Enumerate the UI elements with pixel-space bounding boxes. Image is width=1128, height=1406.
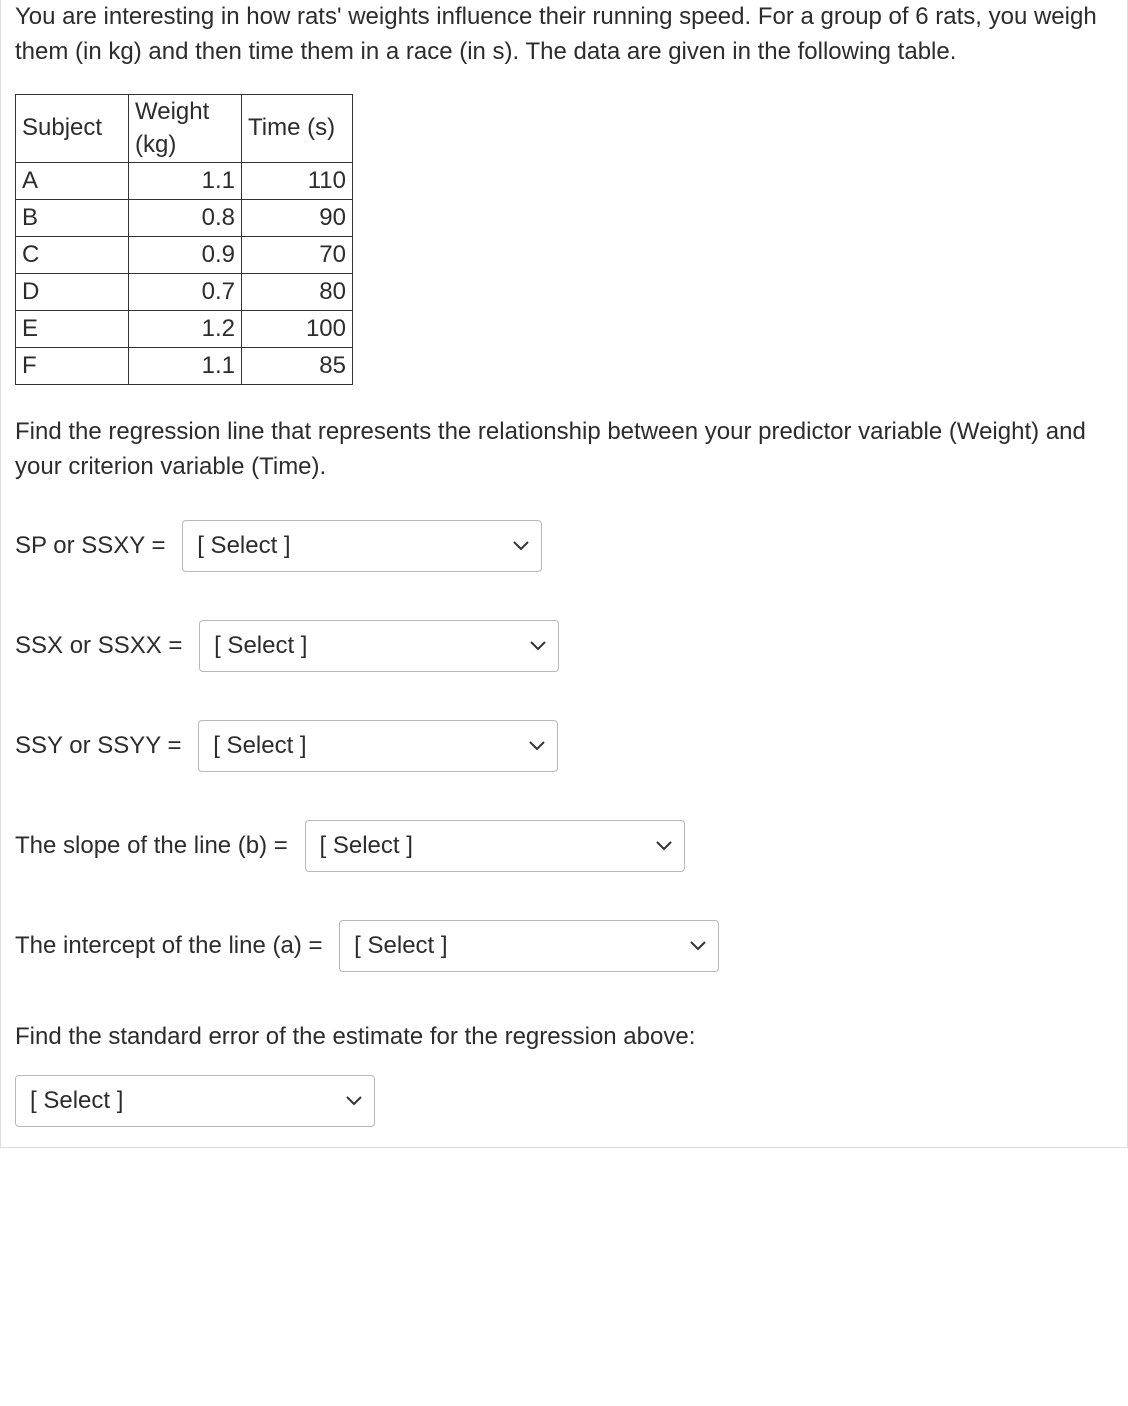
select-ssx[interactable]: [ Select ] [199, 620, 559, 672]
data-table: Subject Weight (kg) Time (s) A 1.1 110 B… [15, 94, 353, 385]
select-intercept-placeholder: [ Select ] [354, 929, 447, 964]
cell-time: 110 [242, 162, 353, 199]
table-row: E 1.2 100 [16, 310, 353, 347]
col-header-time: Time (s) [242, 94, 353, 162]
table-row: B 0.8 90 [16, 199, 353, 236]
intro-text: You are interesting in how rats' weights… [15, 0, 1113, 70]
chevron-down-icon [656, 841, 672, 851]
chevron-down-icon [530, 641, 546, 651]
cell-time: 80 [242, 273, 353, 310]
cell-weight: 0.8 [129, 199, 242, 236]
cell-subject: E [16, 310, 129, 347]
find-regression-text: Find the regression line that represents… [15, 415, 1113, 485]
cell-time: 100 [242, 310, 353, 347]
label-ssy: SSY or SSYY = [15, 729, 188, 764]
cell-weight: 0.7 [129, 273, 242, 310]
cell-time: 85 [242, 347, 353, 384]
col-header-subject: Subject [16, 94, 129, 162]
cell-time: 70 [242, 236, 353, 273]
select-sp[interactable]: [ Select ] [182, 520, 542, 572]
select-ssx-placeholder: [ Select ] [214, 629, 307, 664]
label-intercept: The intercept of the line (a) = [15, 929, 329, 964]
chevron-down-icon [513, 541, 529, 551]
chevron-down-icon [346, 1096, 362, 1106]
select-ssy[interactable]: [ Select ] [198, 720, 558, 772]
select-slope[interactable]: [ Select ] [305, 820, 685, 872]
label-slope: The slope of the line (b) = [15, 829, 295, 864]
cell-subject: F [16, 347, 129, 384]
cell-weight: 1.2 [129, 310, 242, 347]
chevron-down-icon [690, 941, 706, 951]
label-ssx: SSX or SSXX = [15, 629, 189, 664]
label-sp: SP or SSXY = [15, 529, 172, 564]
cell-subject: B [16, 199, 129, 236]
cell-weight: 0.9 [129, 236, 242, 273]
cell-weight: 1.1 [129, 347, 242, 384]
select-std-err-placeholder: [ Select ] [30, 1084, 123, 1119]
table-row: C 0.9 70 [16, 236, 353, 273]
table-row: D 0.7 80 [16, 273, 353, 310]
table-row: F 1.1 85 [16, 347, 353, 384]
std-err-prompt: Find the standard error of the estimate … [15, 1020, 1113, 1055]
select-ssy-placeholder: [ Select ] [213, 729, 306, 764]
table-row: A 1.1 110 [16, 162, 353, 199]
select-slope-placeholder: [ Select ] [320, 829, 413, 864]
cell-subject: C [16, 236, 129, 273]
select-sp-placeholder: [ Select ] [197, 529, 290, 564]
chevron-down-icon [529, 741, 545, 751]
col-header-weight: Weight (kg) [129, 94, 242, 162]
select-intercept[interactable]: [ Select ] [339, 920, 719, 972]
cell-weight: 1.1 [129, 162, 242, 199]
cell-subject: A [16, 162, 129, 199]
cell-time: 90 [242, 199, 353, 236]
select-std-err[interactable]: [ Select ] [15, 1075, 375, 1127]
cell-subject: D [16, 273, 129, 310]
